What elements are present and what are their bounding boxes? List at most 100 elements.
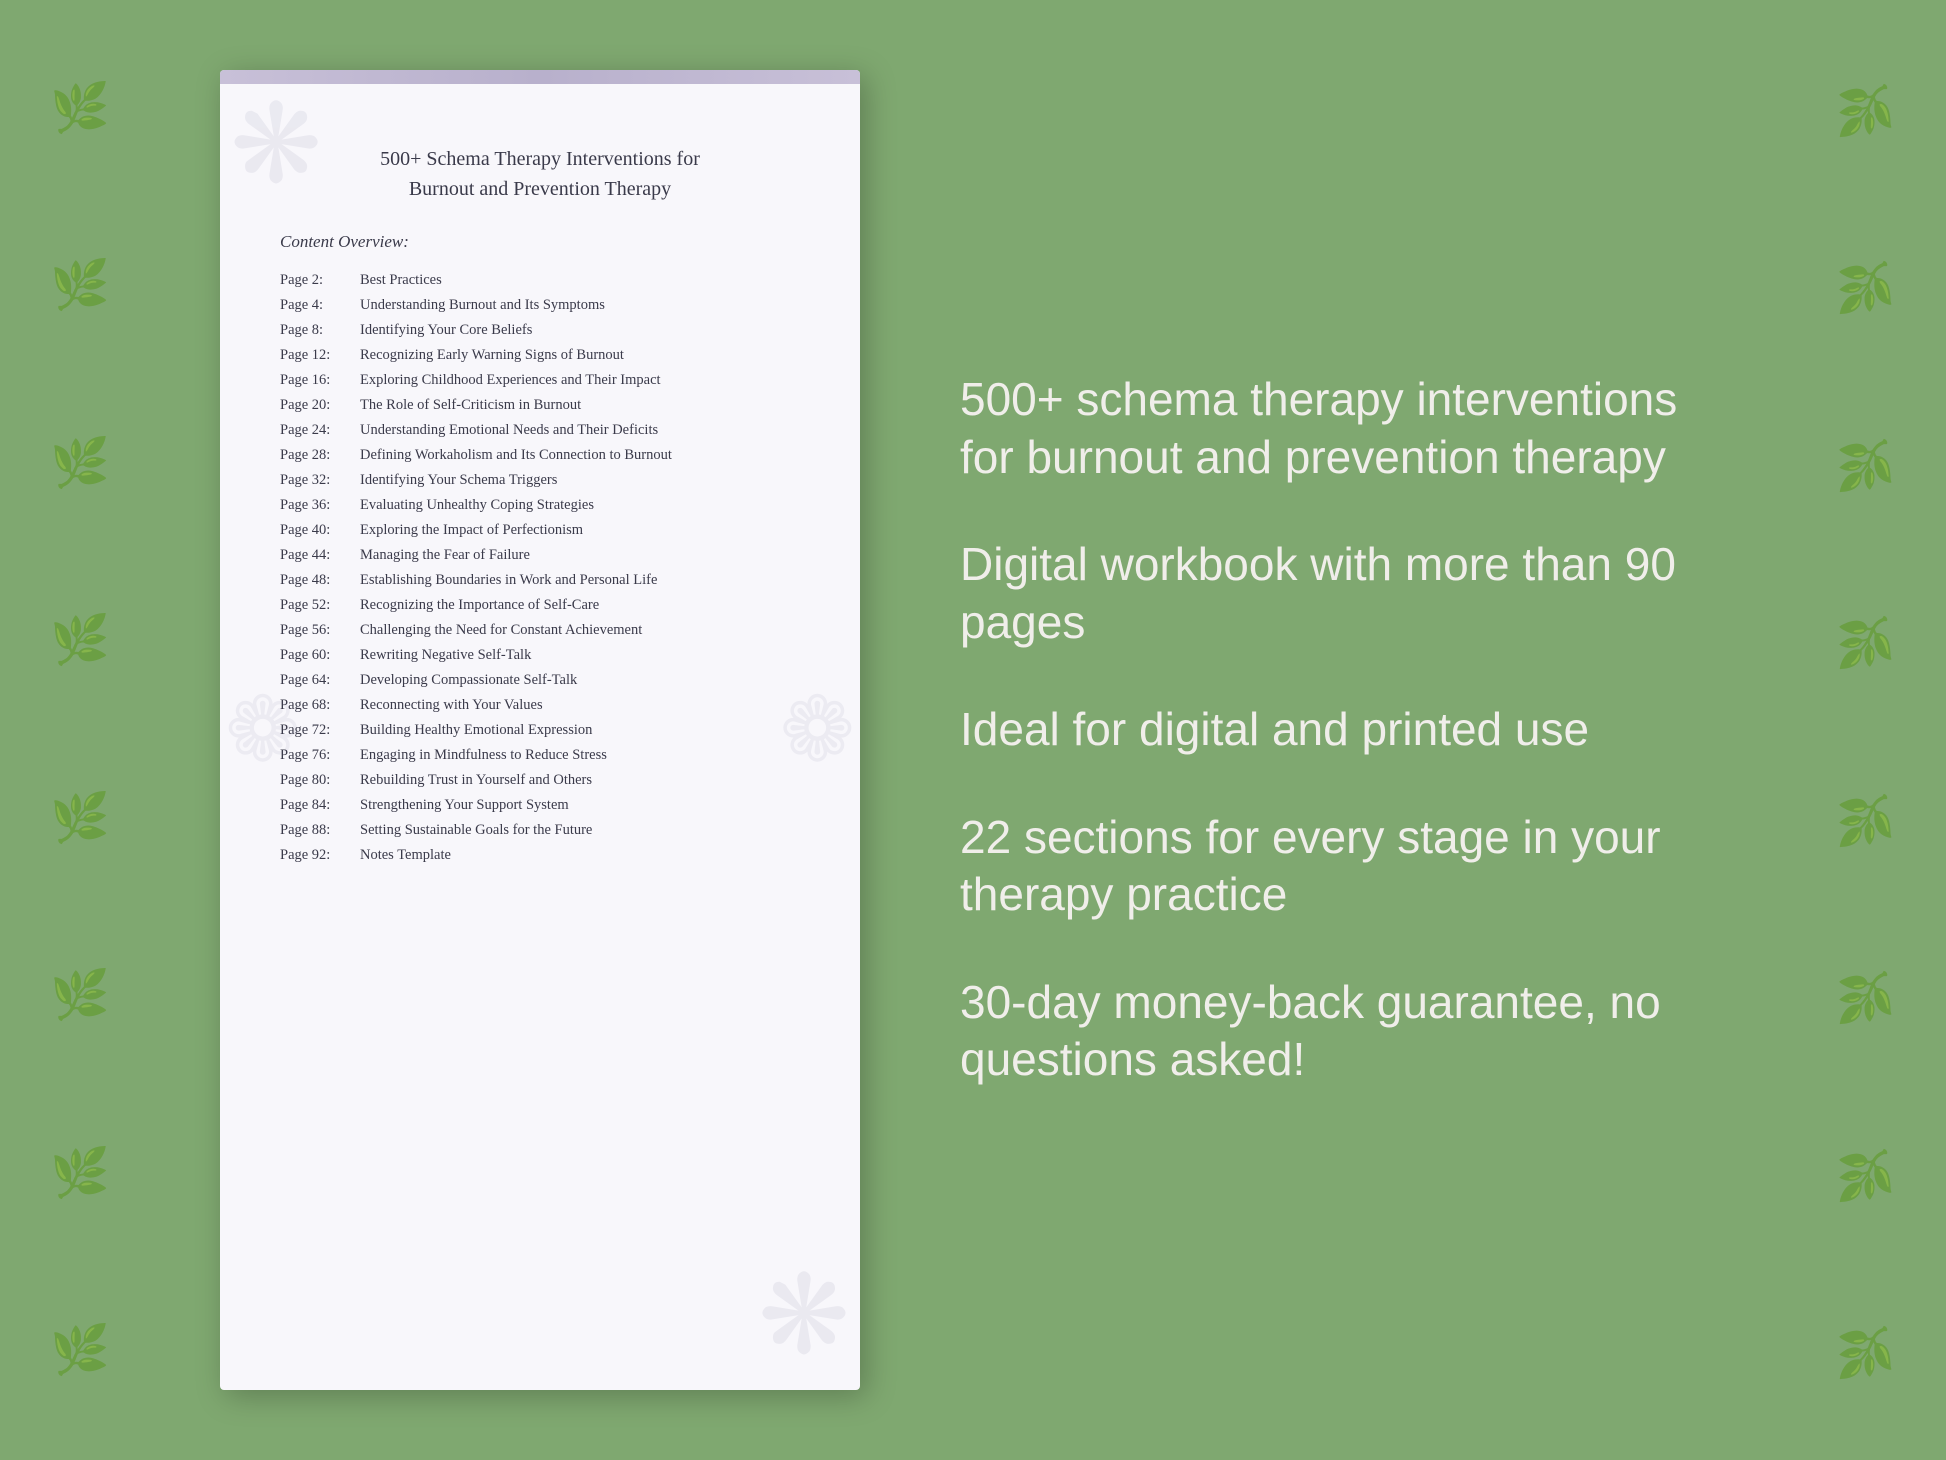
toc-title: Setting Sustainable Goals for the Future [360, 822, 800, 839]
main-container: ❋ ❋ ❁ ❁ 500+ Schema Therapy Intervention… [160, 0, 1786, 1460]
toc-item: Page 64:Developing Compassionate Self-Ta… [280, 668, 800, 693]
toc-page-number: Page 68: [280, 697, 360, 714]
toc-item: Page 88:Setting Sustainable Goals for th… [280, 818, 800, 843]
right-panel: 500+ schema therapy interventions for bu… [920, 331, 1726, 1129]
leaf-border-right: 🌿 🌿 🌿 🌿 🌿 🌿 🌿 🌿 [1786, 0, 1946, 1460]
toc-item: Page 8:Identifying Your Core Beliefs [280, 318, 800, 343]
toc-page-number: Page 28: [280, 447, 360, 464]
leaf-decoration: 🌿 [1836, 440, 1896, 488]
toc-page-number: Page 8: [280, 322, 360, 339]
toc-item: Page 48:Establishing Boundaries in Work … [280, 568, 800, 593]
toc-item: Page 76:Engaging in Mindfulness to Reduc… [280, 743, 800, 768]
toc-title: Developing Compassionate Self-Talk [360, 672, 800, 689]
toc-page-number: Page 72: [280, 722, 360, 739]
document-mockup: ❋ ❋ ❁ ❁ 500+ Schema Therapy Intervention… [220, 70, 860, 1390]
toc-item: Page 4:Understanding Burnout and Its Sym… [280, 293, 800, 318]
toc-page-number: Page 80: [280, 772, 360, 789]
toc-title: Strengthening Your Support System [360, 797, 800, 814]
leaf-decoration: 🌿 [50, 795, 110, 843]
leaf-decoration: 🌿 [50, 440, 110, 488]
toc-title: Identifying Your Schema Triggers [360, 472, 800, 489]
leaf-decoration: 🌿 [50, 1327, 110, 1375]
feature-text-4: 22 sections for every stage in your ther… [960, 809, 1706, 924]
toc-list: Page 2:Best PracticesPage 4:Understandin… [280, 268, 800, 868]
toc-item: Page 52:Recognizing the Importance of Se… [280, 593, 800, 618]
toc-item: Page 32:Identifying Your Schema Triggers [280, 468, 800, 493]
toc-page-number: Page 48: [280, 572, 360, 589]
content-overview-label: Content Overview: [280, 232, 800, 252]
feature-text-1: 500+ schema therapy interventions for bu… [960, 371, 1706, 486]
leaf-border-left: 🌿 🌿 🌿 🌿 🌿 🌿 🌿 🌿 [0, 0, 160, 1460]
corner-decoration-br: ❋ [758, 1251, 850, 1380]
feature-text-5: 30-day money-back guarantee, no question… [960, 974, 1706, 1089]
toc-title: Recognizing the Importance of Self-Care [360, 597, 800, 614]
toc-title: Understanding Emotional Needs and Their … [360, 422, 800, 439]
leaf-decoration: 🌿 [1836, 972, 1896, 1020]
toc-item: Page 40:Exploring the Impact of Perfecti… [280, 518, 800, 543]
toc-title: Managing the Fear of Failure [360, 547, 800, 564]
toc-page-number: Page 36: [280, 497, 360, 514]
leaf-decoration: 🌿 [1836, 617, 1896, 665]
toc-item: Page 2:Best Practices [280, 268, 800, 293]
toc-item: Page 84:Strengthening Your Support Syste… [280, 793, 800, 818]
toc-page-number: Page 16: [280, 372, 360, 389]
toc-item: Page 44:Managing the Fear of Failure [280, 543, 800, 568]
toc-page-number: Page 56: [280, 622, 360, 639]
toc-title: Best Practices [360, 272, 800, 289]
leaf-decoration: 🌿 [50, 617, 110, 665]
leaf-decoration: 🌿 [1836, 1150, 1896, 1198]
toc-item: Page 72:Building Healthy Emotional Expre… [280, 718, 800, 743]
leaf-decoration: 🌿 [1836, 1327, 1896, 1375]
toc-title: Rewriting Negative Self-Talk [360, 647, 800, 664]
feature-text-3: Ideal for digital and printed use [960, 701, 1706, 759]
toc-title: Building Healthy Emotional Expression [360, 722, 800, 739]
leaf-decoration: 🌿 [1836, 795, 1896, 843]
toc-title: Defining Workaholism and Its Connection … [360, 447, 800, 464]
toc-title: Exploring the Impact of Perfectionism [360, 522, 800, 539]
toc-item: Page 16:Exploring Childhood Experiences … [280, 368, 800, 393]
leaf-decoration: 🌿 [50, 972, 110, 1020]
toc-item: Page 80:Rebuilding Trust in Yourself and… [280, 768, 800, 793]
doc-inner: 500+ Schema Therapy Interventions for Bu… [220, 84, 860, 918]
feature-text-2: Digital workbook with more than 90 pages [960, 536, 1706, 651]
toc-page-number: Page 24: [280, 422, 360, 439]
toc-title: Notes Template [360, 847, 800, 864]
toc-item: Page 60:Rewriting Negative Self-Talk [280, 643, 800, 668]
toc-title: The Role of Self-Criticism in Burnout [360, 397, 800, 414]
leaf-decoration: 🌿 [1836, 85, 1896, 133]
leaf-decoration: 🌿 [50, 262, 110, 310]
toc-page-number: Page 4: [280, 297, 360, 314]
toc-title: Exploring Childhood Experiences and Thei… [360, 372, 800, 389]
toc-page-number: Page 88: [280, 822, 360, 839]
toc-page-number: Page 84: [280, 797, 360, 814]
leaf-decoration: 🌿 [50, 85, 110, 133]
toc-title: Understanding Burnout and Its Symptoms [360, 297, 800, 314]
toc-item: Page 24:Understanding Emotional Needs an… [280, 418, 800, 443]
toc-page-number: Page 20: [280, 397, 360, 414]
toc-item: Page 28:Defining Workaholism and Its Con… [280, 443, 800, 468]
leaf-decoration: 🌿 [1836, 262, 1896, 310]
toc-page-number: Page 40: [280, 522, 360, 539]
toc-title: Evaluating Unhealthy Coping Strategies [360, 497, 800, 514]
toc-item: Page 36:Evaluating Unhealthy Coping Stra… [280, 493, 800, 518]
toc-page-number: Page 60: [280, 647, 360, 664]
leaf-decoration: 🌿 [50, 1150, 110, 1198]
toc-page-number: Page 64: [280, 672, 360, 689]
toc-page-number: Page 32: [280, 472, 360, 489]
toc-title: Identifying Your Core Beliefs [360, 322, 800, 339]
toc-item: Page 92:Notes Template [280, 843, 800, 868]
toc-page-number: Page 92: [280, 847, 360, 864]
toc-page-number: Page 12: [280, 347, 360, 364]
toc-item: Page 12:Recognizing Early Warning Signs … [280, 343, 800, 368]
toc-title: Reconnecting with Your Values [360, 697, 800, 714]
toc-title: Recognizing Early Warning Signs of Burno… [360, 347, 800, 364]
toc-item: Page 56:Challenging the Need for Constan… [280, 618, 800, 643]
toc-item: Page 20:The Role of Self-Criticism in Bu… [280, 393, 800, 418]
toc-title: Rebuilding Trust in Yourself and Others [360, 772, 800, 789]
toc-page-number: Page 76: [280, 747, 360, 764]
toc-item: Page 68:Reconnecting with Your Values [280, 693, 800, 718]
document-title: 500+ Schema Therapy Interventions for Bu… [280, 144, 800, 204]
toc-page-number: Page 44: [280, 547, 360, 564]
toc-title: Establishing Boundaries in Work and Pers… [360, 572, 800, 589]
toc-title: Challenging the Need for Constant Achiev… [360, 622, 800, 639]
